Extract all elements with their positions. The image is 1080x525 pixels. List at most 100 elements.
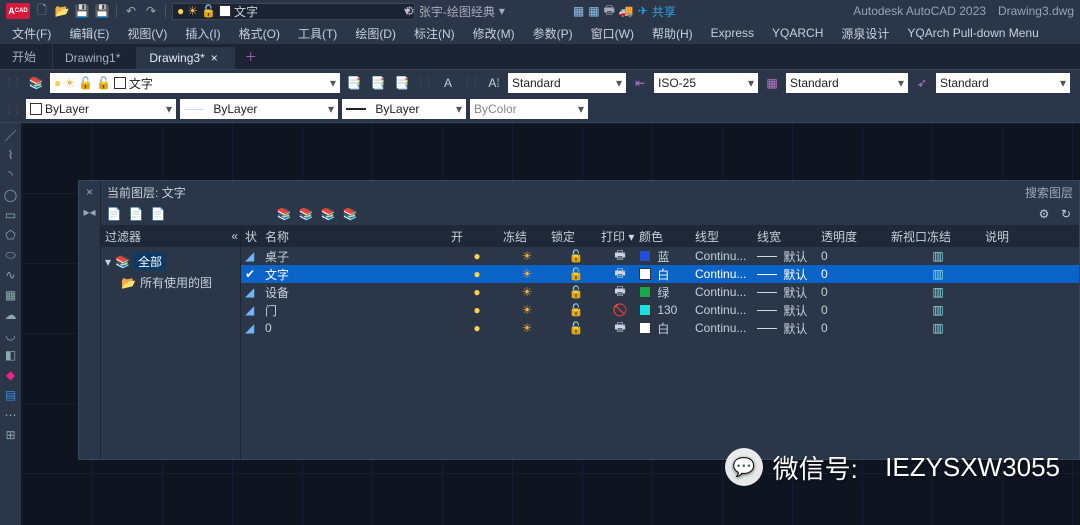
menu-file[interactable]: 文件(F) — [4, 23, 59, 44]
linetype-combo[interactable]: ByLayer▾ — [180, 99, 338, 119]
palette-handle[interactable]: × ▸◂ — [79, 181, 101, 459]
new-icon[interactable]: 🗋 — [34, 3, 50, 19]
sync-icon[interactable]: 🚚 — [619, 4, 634, 18]
grip-icon[interactable]: ⋮⋮ — [4, 78, 20, 89]
pin-icon[interactable]: ▸◂ — [83, 205, 95, 219]
delete-layer-icon[interactable]: 📄 — [149, 205, 167, 223]
menu-window[interactable]: 窗口(W) — [583, 23, 642, 44]
dimstyle-combo[interactable]: ISO-25▾ — [654, 73, 758, 93]
menu-yqarch-pd[interactable]: YQArch Pull-down Menu — [899, 24, 1046, 42]
print-icon[interactable]: 🖶 — [604, 1, 615, 22]
menu-edit[interactable]: 编辑(E) — [61, 23, 117, 44]
tablestyle-icon[interactable]: ▦ — [762, 73, 782, 93]
settings-icon[interactable]: ⚙ — [1035, 205, 1053, 223]
layer-iso-icon[interactable]: 📑 — [368, 73, 388, 93]
menu-view[interactable]: 视图(V) — [119, 23, 175, 44]
cloud-icon[interactable]: ▦ — [573, 4, 584, 18]
block-icon[interactable]: ◧ — [3, 347, 19, 363]
layer-states-icon[interactable]: 📑 — [344, 73, 364, 93]
layer-row[interactable]: ◢设备●☀🔓🖶 绿Continu... 默认0▥ — [241, 283, 1079, 301]
mlstyle-combo[interactable]: Standard▾ — [936, 73, 1070, 93]
cloud2-icon[interactable]: ▦ — [588, 4, 599, 18]
collapse-icon[interactable]: « — [231, 229, 236, 243]
textstyle-combo[interactable]: Standard▾ — [508, 73, 626, 93]
col-status[interactable]: 状 — [245, 228, 265, 245]
lineweight-combo[interactable]: ByLayer▾ — [342, 99, 466, 119]
layer-row[interactable]: ◢门●☀🔓🚫 130Continu... 默认0▥ — [241, 301, 1079, 319]
col-vpfreeze[interactable]: 新视口冻结 — [891, 228, 985, 245]
tablestyle-combo[interactable]: Standard▾ — [786, 73, 908, 93]
new-layer-icon[interactable]: 📄 — [105, 205, 123, 223]
region-icon[interactable]: ⊞ — [3, 427, 19, 443]
menu-draw[interactable]: 绘图(D) — [347, 23, 404, 44]
menu-yqarch[interactable]: YQARCH — [764, 24, 831, 42]
menu-help[interactable]: 帮助(H) — [644, 23, 701, 44]
hatch-icon[interactable]: ▦ — [3, 287, 19, 303]
share-label[interactable]: 共享 — [652, 3, 676, 20]
layer-search[interactable]: 搜索图层 — [1025, 184, 1073, 201]
circle-icon[interactable]: ◯ — [3, 187, 19, 203]
ellipsearc-icon[interactable]: ◡ — [3, 327, 19, 343]
col-name[interactable]: 名称 — [265, 228, 451, 245]
redo-icon[interactable]: ↷ — [143, 3, 159, 19]
refresh-icon[interactable]: ↻ — [1057, 205, 1075, 223]
qat-layer-chip[interactable]: ● ☀ 🔓 文字 ▾ — [172, 3, 415, 20]
tab-new[interactable]: ＋ — [235, 44, 267, 69]
menu-param[interactable]: 参数(P) — [525, 23, 581, 44]
ellipse-icon[interactable]: ⬭ — [3, 247, 19, 263]
polygon-icon[interactable]: ⬠ — [3, 227, 19, 243]
textstyle-icon[interactable]: A — [438, 73, 458, 93]
dimstyle-icon[interactable]: ⇤ — [630, 73, 650, 93]
rect-icon[interactable]: ▭ — [3, 207, 19, 223]
tab-drawing1[interactable]: Drawing1* — [53, 47, 137, 69]
col-on[interactable]: 开 — [451, 228, 503, 245]
layer-row[interactable]: ◢桌子●☀🔓🖶 蓝Continu... 默认0▥ — [241, 247, 1079, 265]
menu-dim[interactable]: 标注(N) — [406, 23, 463, 44]
layer-row[interactable]: ✔文字●☀🔓🖶 白Continu... 默认0▥ — [241, 265, 1079, 283]
plotstyle-combo[interactable]: ByColor▾ — [470, 99, 588, 119]
layer-state-icon[interactable]: 📚 — [319, 205, 337, 223]
revcloud-icon[interactable]: ☁ — [3, 307, 19, 323]
pline-icon[interactable]: ⌇ — [3, 147, 19, 163]
menu-tools[interactable]: 工具(T) — [290, 23, 345, 44]
tree-used[interactable]: 📂所有使用的图 — [105, 272, 236, 293]
col-plot[interactable]: 打印 ▾ — [601, 228, 639, 245]
point-icon[interactable]: ◆ — [3, 367, 19, 383]
col-freeze[interactable]: 冻结 — [503, 228, 551, 245]
share-icon[interactable]: ✈ — [638, 4, 648, 18]
open-icon[interactable]: 📂 — [54, 3, 70, 19]
menu-modify[interactable]: 修改(M) — [465, 23, 523, 44]
layer-props-icon[interactable]: 📚 — [26, 73, 46, 93]
workspace-label[interactable]: 张宇-绘图经典 — [419, 3, 495, 20]
saveas-icon[interactable]: 💾 — [94, 3, 110, 19]
layer-settings-icon[interactable]: 📚 — [341, 205, 359, 223]
chevron-down-icon[interactable]: ▾ — [499, 4, 505, 18]
col-lweight[interactable]: 线宽 — [757, 228, 821, 245]
menu-insert[interactable]: 插入(I) — [177, 23, 228, 44]
layer-row[interactable]: ◢0●☀🔓🖶 白Continu... 默认0▥ — [241, 319, 1079, 337]
tree-all[interactable]: ▾📚全部 — [105, 251, 236, 272]
menu-yuanquan[interactable]: 源泉设计 — [833, 23, 897, 44]
layer-prev-icon[interactable]: 📑 — [392, 73, 412, 93]
close-icon[interactable]: × — [211, 51, 218, 65]
col-color[interactable]: 颜色 — [639, 228, 695, 245]
textstyle-btn-icon[interactable]: A⁞ — [484, 73, 504, 93]
arc-icon[interactable]: ◝ — [3, 167, 19, 183]
line-icon[interactable]: ／ — [3, 127, 19, 143]
menu-format[interactable]: 格式(O) — [231, 23, 288, 44]
tab-start[interactable]: 开始 — [0, 44, 53, 69]
col-ltype[interactable]: 线型 — [695, 228, 757, 245]
save-icon[interactable]: 💾 — [74, 3, 90, 19]
col-lock[interactable]: 锁定 — [551, 228, 601, 245]
text-icon[interactable]: ⋯ — [3, 407, 19, 423]
filter-group-icon[interactable]: 📚 — [297, 205, 315, 223]
gear-icon[interactable]: ⚙ — [404, 4, 415, 18]
table-icon[interactable]: ▤ — [3, 387, 19, 403]
mlstyle-icon[interactable]: ➶ — [912, 73, 932, 93]
layer-combo[interactable]: ●☀🔓🔓 文字 ▾ — [50, 73, 340, 93]
close-icon[interactable]: × — [86, 185, 93, 199]
color-combo[interactable]: ByLayer▾ — [26, 99, 176, 119]
spline-icon[interactable]: ∿ — [3, 267, 19, 283]
undo-icon[interactable]: ↶ — [123, 3, 139, 19]
filter-new-icon[interactable]: 📚 — [275, 205, 293, 223]
